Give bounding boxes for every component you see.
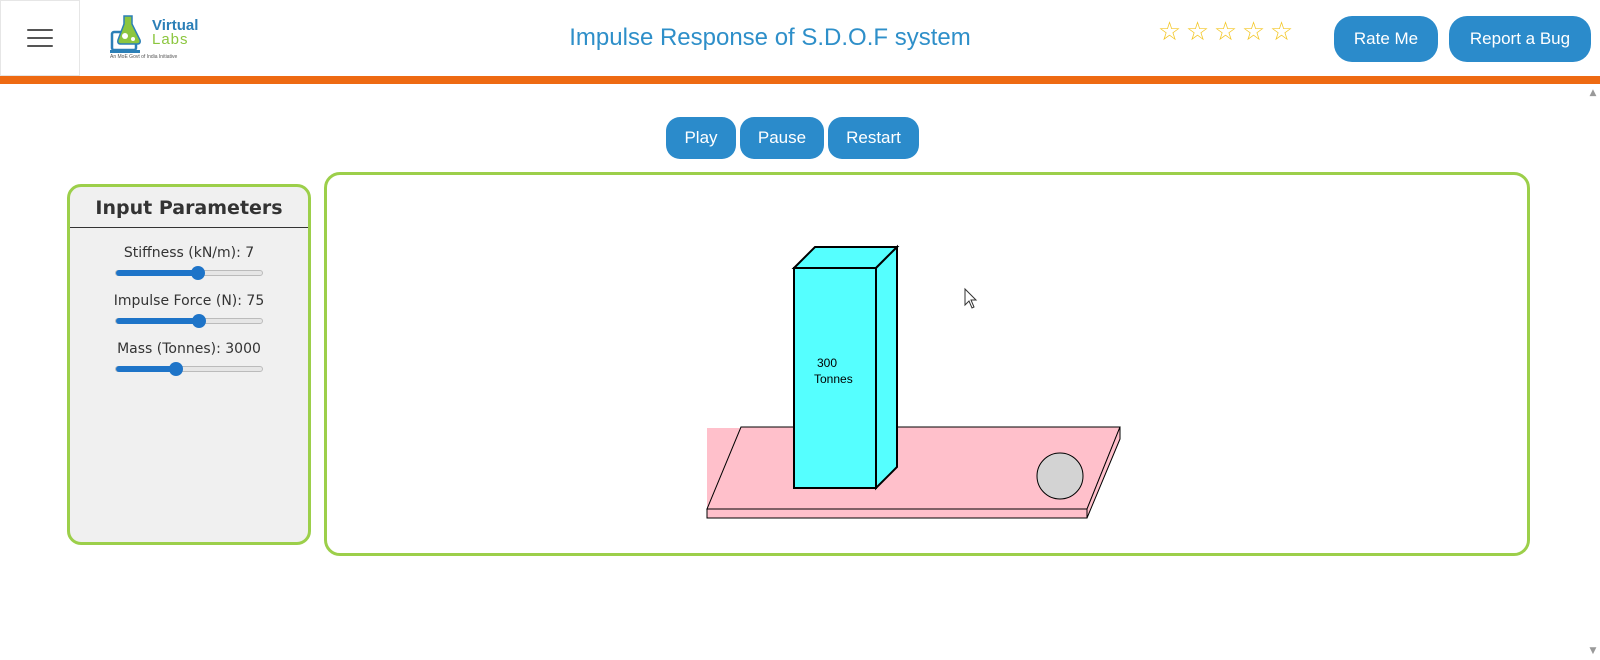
- scroll-up-arrow-icon[interactable]: ▲: [1588, 88, 1598, 98]
- mass-value-label: 300: [817, 356, 838, 370]
- page-title: Impulse Response of S.D.O.F system: [569, 24, 971, 51]
- slider-thumb[interactable]: [192, 314, 207, 328]
- scroll-down-arrow-icon[interactable]: ▼: [1588, 646, 1598, 656]
- mass-param: Mass (Tonnes): 3000: [70, 341, 308, 376]
- top-header: Virtual Labs An MoE Govt of India Initia…: [0, 0, 1600, 76]
- mass-label: Mass (Tonnes): 3000: [117, 341, 261, 357]
- play-button[interactable]: Play: [666, 117, 736, 159]
- slider-thumb[interactable]: [168, 362, 183, 376]
- simulation-controls: Play Pause Restart: [666, 117, 919, 159]
- panel-divider: [70, 227, 308, 228]
- slider-thumb[interactable]: [190, 266, 205, 280]
- star-outline-icon[interactable]: ☆: [1269, 18, 1294, 46]
- star-outline-icon[interactable]: ☆: [1157, 18, 1182, 46]
- stiffness-label: Stiffness (kN/m): 7: [123, 245, 255, 261]
- report-bug-button[interactable]: Report a Bug: [1449, 16, 1591, 62]
- impulse-force-slider[interactable]: [115, 314, 263, 328]
- sdof-drawing: [706, 244, 1121, 519]
- impulse-force-param: Impulse Force (N): 75: [70, 293, 308, 328]
- slider-fill: [116, 366, 176, 372]
- hamburger-menu-button[interactable]: [0, 0, 80, 76]
- header-divider: [0, 76, 1600, 84]
- platform-front: [706, 508, 1088, 519]
- stiffness-param: Stiffness (kN/m): 7: [70, 245, 308, 280]
- mass-unit-label: Tonnes: [814, 372, 853, 386]
- star-outline-icon[interactable]: ☆: [1241, 18, 1266, 46]
- slider-fill: [116, 270, 198, 276]
- logo-tagline: An MoE Govt of India Initiative: [110, 54, 178, 60]
- input-parameters-panel: Input Parameters Stiffness (kN/m): 7 Imp…: [67, 184, 311, 545]
- mass-block-side: [875, 244, 898, 491]
- impulse-force-label: Impulse Force (N): 75: [113, 293, 265, 309]
- stiffness-slider[interactable]: [115, 266, 263, 280]
- star-outline-icon[interactable]: ☆: [1213, 18, 1238, 46]
- rate-me-button[interactable]: Rate Me: [1334, 16, 1438, 62]
- hamburger-icon: [27, 23, 53, 53]
- restart-button[interactable]: Restart: [828, 117, 919, 159]
- star-outline-icon[interactable]: ☆: [1185, 18, 1210, 46]
- panel-title: Input Parameters: [95, 197, 283, 219]
- pause-button[interactable]: Pause: [740, 117, 824, 159]
- star-rating[interactable]: ☆ ☆ ☆ ☆ ☆: [1157, 18, 1294, 46]
- virtual-labs-logo[interactable]: Virtual Labs An MoE Govt of India Initia…: [110, 12, 210, 66]
- slider-fill: [116, 318, 200, 324]
- flask-logo-icon: [110, 15, 141, 53]
- logo-text-labs: Labs: [152, 31, 189, 48]
- simulation-canvas: 300 Tonnes: [324, 172, 1530, 556]
- mouse-cursor-icon: [964, 287, 978, 309]
- mass-slider[interactable]: [115, 362, 263, 376]
- ball: [1036, 452, 1084, 500]
